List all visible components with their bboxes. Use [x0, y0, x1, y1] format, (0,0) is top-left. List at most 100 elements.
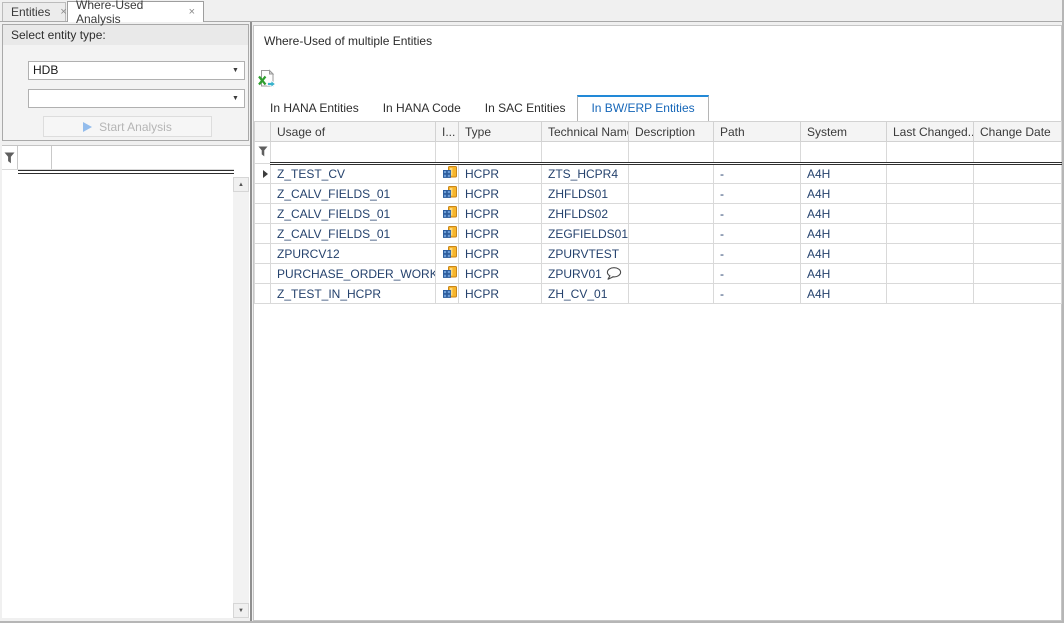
col-path[interactable]: Path	[714, 122, 801, 142]
usage-of-cell[interactable]: Z_TEST_CV	[271, 164, 436, 184]
usage-of-cell[interactable]: PURCHASE_ORDER_WORKLIST	[271, 264, 436, 284]
col-description[interactable]: Description	[629, 122, 714, 142]
tab-entities[interactable]: Entities ×	[2, 2, 66, 21]
technical-name-cell[interactable]: ZPURVTEST	[542, 244, 629, 264]
table-row[interactable]: Z_TEST_CV HCPR ZTS_HCPR4 - A4H	[255, 164, 1062, 184]
path-cell[interactable]: -	[714, 244, 801, 264]
description-cell[interactable]	[629, 244, 714, 264]
last-changed-cell[interactable]	[887, 164, 974, 184]
description-cell[interactable]	[629, 264, 714, 284]
path-cell[interactable]: -	[714, 184, 801, 204]
col-change-date[interactable]: Change Date	[974, 122, 1062, 142]
type-cell[interactable]: HCPR	[459, 264, 542, 284]
type-cell[interactable]: HCPR	[459, 284, 542, 304]
auto-filter-row[interactable]	[255, 142, 1062, 164]
usage-of-cell[interactable]: Z_CALV_FIELDS_01	[271, 184, 436, 204]
filter-cell[interactable]	[714, 142, 801, 164]
path-cell[interactable]: -	[714, 224, 801, 244]
filter-cell[interactable]	[887, 142, 974, 164]
filter-cell[interactable]	[801, 142, 887, 164]
last-changed-cell[interactable]	[887, 284, 974, 304]
technical-name-cell[interactable]: ZPURV01	[542, 264, 629, 284]
technical-name-cell[interactable]: ZHFLDS01	[542, 184, 629, 204]
usage-of-cell[interactable]: Z_CALV_FIELDS_01	[271, 204, 436, 224]
change-date-cell[interactable]	[974, 204, 1062, 224]
change-date-cell[interactable]	[974, 184, 1062, 204]
filter-cell[interactable]	[436, 142, 459, 164]
table-row[interactable]: ZPURCV12 HCPR ZPURVTEST - A4H	[255, 244, 1062, 264]
type-cell[interactable]: HCPR	[459, 184, 542, 204]
type-cell[interactable]: HCPR	[459, 244, 542, 264]
path-cell[interactable]: -	[714, 204, 801, 224]
last-changed-cell[interactable]	[887, 184, 974, 204]
last-changed-cell[interactable]	[887, 244, 974, 264]
filter-cell[interactable]	[459, 142, 542, 164]
technical-name-cell[interactable]: ZEGFIELDS01	[542, 224, 629, 244]
filter-funnel-icon[interactable]	[2, 146, 18, 169]
type-cell[interactable]: HCPR	[459, 204, 542, 224]
system-cell[interactable]: A4H	[801, 204, 887, 224]
panel-splitter[interactable]	[250, 22, 252, 621]
description-cell[interactable]	[629, 204, 714, 224]
start-analysis-button[interactable]: Start Analysis	[43, 116, 212, 137]
export-to-excel-icon[interactable]	[257, 69, 279, 89]
table-row[interactable]: Z_CALV_FIELDS_01 HCPR ZHFLDS02 - A4H	[255, 204, 1062, 224]
table-row[interactable]: Z_CALV_FIELDS_01 HCPR ZEGFIELDS01 - A4H	[255, 224, 1062, 244]
col-icon[interactable]: I...	[436, 122, 459, 142]
tab-in-bw-erp-entities[interactable]: In BW/ERP Entities	[577, 95, 708, 121]
scroll-down-icon[interactable]: ▼	[233, 603, 249, 618]
tab-where-used-analysis[interactable]: Where-Used Analysis ×	[67, 1, 204, 22]
filter-cell[interactable]	[271, 142, 436, 164]
left-grid-vertical-scrollbar[interactable]: ▲ ▼	[233, 177, 249, 618]
last-changed-cell[interactable]	[887, 204, 974, 224]
last-changed-cell[interactable]	[887, 224, 974, 244]
system-cell[interactable]: A4H	[801, 164, 887, 184]
left-grid-filter-row[interactable]	[2, 146, 234, 170]
technical-name-cell[interactable]: ZH_CV_01	[542, 284, 629, 304]
tab-entities-close-icon[interactable]: ×	[60, 7, 66, 18]
system-cell[interactable]: A4H	[801, 244, 887, 264]
tab-in-hana-code[interactable]: In HANA Code	[371, 96, 473, 121]
filter-cell[interactable]	[542, 142, 629, 164]
entity-dropdown[interactable]: ▼	[28, 89, 245, 108]
change-date-cell[interactable]	[974, 264, 1062, 284]
chevron-down-icon[interactable]: ▼	[227, 95, 244, 102]
system-cell[interactable]: A4H	[801, 264, 887, 284]
change-date-cell[interactable]	[974, 224, 1062, 244]
system-cell[interactable]: A4H	[801, 224, 887, 244]
col-technical-name[interactable]: Technical Name	[542, 122, 629, 142]
col-last-changed[interactable]: Last Changed...	[887, 122, 974, 142]
tab-where-used-analysis-close-icon[interactable]: ×	[189, 7, 195, 18]
path-cell[interactable]: -	[714, 264, 801, 284]
entity-type-dropdown[interactable]: HDB ▼	[28, 61, 245, 80]
description-cell[interactable]	[629, 224, 714, 244]
filter-cell[interactable]	[629, 142, 714, 164]
system-cell[interactable]: A4H	[801, 284, 887, 304]
chevron-down-icon[interactable]: ▼	[227, 67, 244, 74]
filter-cell[interactable]	[974, 142, 1062, 164]
left-filter-cell-2[interactable]	[52, 146, 234, 169]
change-date-cell[interactable]	[974, 284, 1062, 304]
technical-name-cell[interactable]: ZHFLDS02	[542, 204, 629, 224]
table-row[interactable]: PURCHASE_ORDER_WORKLIST HCPR ZPURV01 - A…	[255, 264, 1062, 284]
comment-bubble-icon[interactable]	[605, 267, 622, 283]
table-row[interactable]: Z_TEST_IN_HCPR HCPR ZH_CV_01 - A4H	[255, 284, 1062, 304]
type-cell[interactable]: HCPR	[459, 164, 542, 184]
usage-of-cell[interactable]: ZPURCV12	[271, 244, 436, 264]
description-cell[interactable]	[629, 184, 714, 204]
description-cell[interactable]	[629, 284, 714, 304]
col-system[interactable]: System	[801, 122, 887, 142]
tab-in-hana-entities[interactable]: In HANA Entities	[258, 96, 371, 121]
tab-in-sac-entities[interactable]: In SAC Entities	[473, 96, 578, 121]
table-row[interactable]: Z_CALV_FIELDS_01 HCPR ZHFLDS01 - A4H	[255, 184, 1062, 204]
path-cell[interactable]: -	[714, 284, 801, 304]
usage-of-cell[interactable]: Z_CALV_FIELDS_01	[271, 224, 436, 244]
technical-name-cell[interactable]: ZTS_HCPR4	[542, 164, 629, 184]
change-date-cell[interactable]	[974, 164, 1062, 184]
last-changed-cell[interactable]	[887, 264, 974, 284]
change-date-cell[interactable]	[974, 244, 1062, 264]
description-cell[interactable]	[629, 164, 714, 184]
type-cell[interactable]: HCPR	[459, 224, 542, 244]
col-usage-of[interactable]: Usage of	[271, 122, 436, 142]
col-type[interactable]: Type	[459, 122, 542, 142]
